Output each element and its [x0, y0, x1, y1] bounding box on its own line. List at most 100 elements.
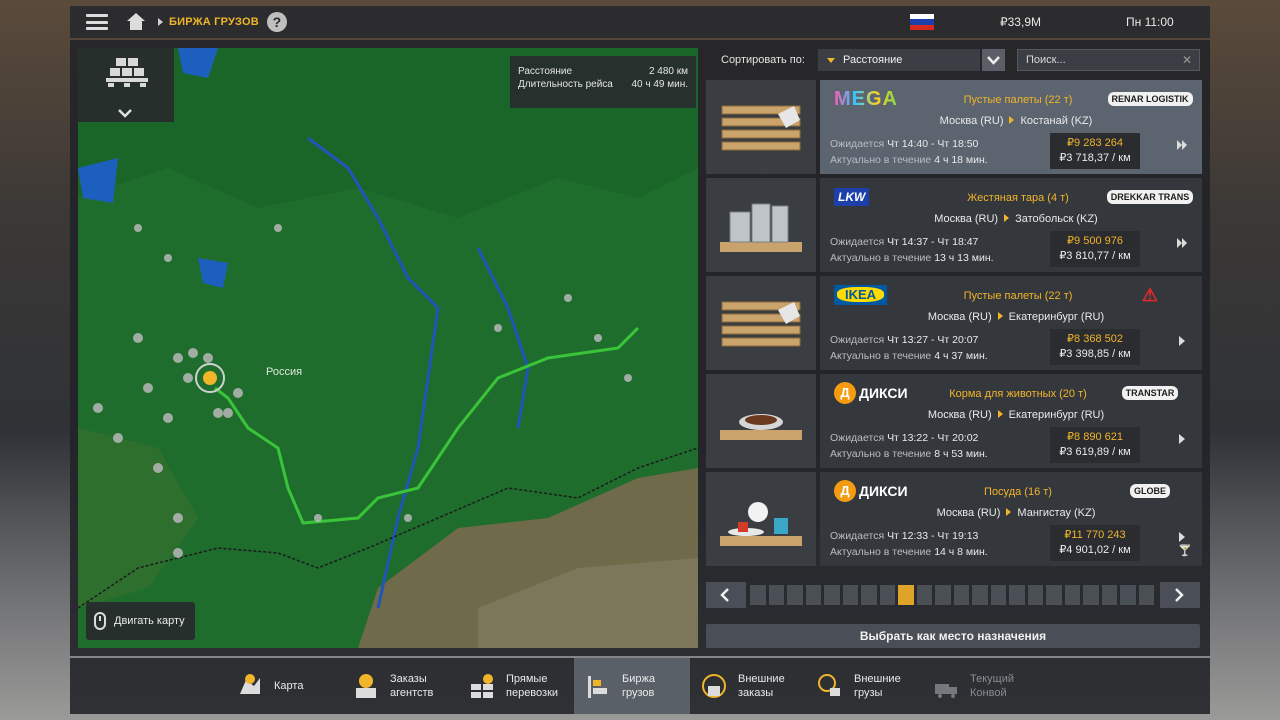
page-segment[interactable] — [842, 585, 858, 605]
menu-icon[interactable] — [86, 14, 108, 30]
shop-logo-box: IKEA — [834, 285, 888, 305]
payment-per-km: ₽3 398,85 / км — [1059, 348, 1131, 360]
page-segment[interactable] — [953, 585, 969, 605]
move-map-button[interactable]: Двигать карту — [86, 602, 195, 640]
next-page-button[interactable] — [1160, 582, 1200, 608]
job-card[interactable]: IKEA Пустые палеты (22 т) ⚠ Москва (RU) Екат… — [820, 276, 1202, 370]
job-times: Ожидается Чт 13:27 - Чт 20:07 Актуально в… — [830, 332, 988, 364]
valid-duration: 8 ч 53 мин. — [934, 448, 988, 460]
job-card[interactable]: Д ДИКСИ Посуда (16 т) GLOBE Москва (RU) Манги… — [820, 472, 1202, 566]
play-icon[interactable] — [1176, 432, 1188, 444]
nav-tab-label: Прямые перевозки — [506, 672, 558, 700]
fast-forward-icon[interactable] — [1176, 236, 1188, 248]
petfood-icon — [716, 392, 806, 457]
payment-total: ₽9 500 976 — [1067, 235, 1123, 247]
company-logo-area: ⚠ — [1116, 282, 1184, 308]
pallets-icon — [716, 98, 806, 163]
sort-dropdown-toggle[interactable] — [982, 49, 1005, 71]
expected-label: Ожидается — [830, 138, 885, 150]
job-offer[interactable]: LKW Жестяная тара (4 т) DREKKAR TRANS Москв… — [706, 178, 1202, 272]
map-view[interactable]: Расстояние 2 480 км Длительность рейса 40 … — [78, 48, 698, 648]
payment-per-km: ₽3 810,77 / км — [1059, 250, 1131, 262]
route-from: Москва (RU) — [927, 409, 992, 421]
play-icon[interactable] — [1176, 530, 1188, 542]
page-segment[interactable] — [861, 585, 877, 605]
valid-duration: 4 ч 37 мин. — [934, 350, 988, 362]
job-offer[interactable]: MEGA Пустые палеты (22 т) RENAR LOGISTIK Мо… — [706, 80, 1202, 174]
breadcrumb-arrow-icon — [158, 18, 163, 26]
page-segment[interactable] — [916, 585, 932, 605]
fast-forward-icon[interactable] — [1176, 138, 1188, 150]
page-segment[interactable] — [1083, 585, 1099, 605]
route-arrow-icon — [997, 312, 1003, 320]
nav-tab-direct-transport[interactable]: Прямые перевозки — [458, 658, 574, 714]
page-segment[interactable] — [1101, 585, 1117, 605]
expected-label: Ожидается — [830, 530, 885, 542]
nav-label-line-1: Прямые — [506, 673, 548, 685]
nav-tab-cargo-exchange[interactable]: Биржа грузов — [574, 658, 690, 714]
nav-tab-external-orders[interactable]: Внешние заказы — [690, 658, 806, 714]
game-time: Пн 11:00 — [1126, 15, 1174, 29]
convoy-icon — [932, 672, 960, 700]
sort-dropdown[interactable]: Расстояние — [818, 49, 980, 71]
job-card[interactable]: MEGA Пустые палеты (22 т) RENAR LOGISTIK Мо… — [820, 80, 1202, 174]
page-segment[interactable] — [1046, 585, 1062, 605]
pallet-stack-icon — [106, 58, 148, 87]
page-segment[interactable] — [879, 585, 895, 605]
job-times: Ожидается Чт 13:22 - Чт 20:02 Актуально в… — [830, 430, 988, 462]
home-icon[interactable] — [126, 13, 146, 31]
job-card[interactable]: LKW Жестяная тара (4 т) DREKKAR TRANS Москв… — [820, 178, 1202, 272]
chevron-down-icon — [118, 109, 132, 118]
nav-label-line-2: перевозки — [506, 687, 559, 699]
prev-page-button[interactable] — [706, 582, 746, 608]
page-segment[interactable] — [972, 585, 988, 605]
route-arrow-icon — [1006, 508, 1012, 516]
route-to: Екатеринбург (RU) — [1008, 311, 1105, 323]
search-input[interactable] — [1017, 49, 1200, 71]
page-segment[interactable] — [898, 585, 914, 605]
nav-tab-external-cargo[interactable]: Внешние грузы — [806, 658, 922, 714]
clear-search-icon[interactable]: ✕ — [1180, 53, 1194, 67]
page-segment[interactable] — [1120, 585, 1136, 605]
nav-label-line-2: Конвой — [970, 687, 1007, 699]
page-segment[interactable] — [1064, 585, 1080, 605]
nav-label-line-2: грузов — [622, 687, 655, 699]
job-offer[interactable]: Д ДИКСИ Корма для животных (20 т) TRANSTAR М… — [706, 374, 1202, 468]
play-icon[interactable] — [1176, 334, 1188, 346]
page-segment[interactable] — [805, 585, 821, 605]
fragile-icon: 🍸 — [1178, 545, 1192, 557]
page-segment[interactable] — [1009, 585, 1025, 605]
chevron-down-icon — [987, 56, 1000, 65]
cans-icon — [716, 196, 806, 261]
job-offer[interactable]: IKEA Пустые палеты (22 т) ⚠ Москва (RU) Екат… — [706, 276, 1202, 370]
nav-tab-agency-orders[interactable]: Заказы агентств — [342, 658, 458, 714]
page-segment[interactable] — [768, 585, 784, 605]
company-logo-icon: ⚠ — [1141, 284, 1159, 305]
job-offer[interactable]: Д ДИКСИ Посуда (16 т) GLOBE Москва (RU) Манги… — [706, 472, 1202, 566]
help-icon[interactable]: ? — [266, 12, 287, 32]
route-from: Москва (RU) — [934, 213, 999, 225]
page-segment[interactable] — [935, 585, 951, 605]
page-segment[interactable] — [990, 585, 1006, 605]
expected-window: Чт 14:37 - Чт 18:47 — [887, 236, 979, 248]
sort-selected: Расстояние — [843, 54, 903, 66]
shop-logo-mark: Д — [834, 382, 856, 404]
external-orders-icon — [700, 672, 728, 700]
page-segment[interactable] — [787, 585, 803, 605]
cargo-thumbnail — [706, 472, 816, 566]
set-destination-button[interactable]: Выбрать как место назначения — [706, 624, 1200, 648]
route-from: Москва (RU) — [936, 507, 1001, 519]
page-segment[interactable] — [824, 585, 840, 605]
page-segment[interactable] — [1138, 585, 1154, 605]
page-segment[interactable] — [1027, 585, 1043, 605]
flag-icon — [910, 14, 934, 30]
job-route: Москва (RU) Екатеринбург (RU) — [820, 409, 1212, 421]
move-map-label: Двигать карту — [114, 615, 185, 627]
nav-tab-label: Текущий Конвой — [970, 672, 1014, 700]
job-card[interactable]: Д ДИКСИ Корма для животных (20 т) TRANSTAR М… — [820, 374, 1202, 468]
payment-per-km: ₽4 901,02 / км — [1059, 544, 1131, 556]
nav-tab-map[interactable]: Карта — [226, 658, 342, 714]
cargo-filter-toggle[interactable] — [78, 48, 174, 122]
page-segment[interactable] — [750, 585, 766, 605]
route-arrow-icon — [997, 410, 1003, 418]
